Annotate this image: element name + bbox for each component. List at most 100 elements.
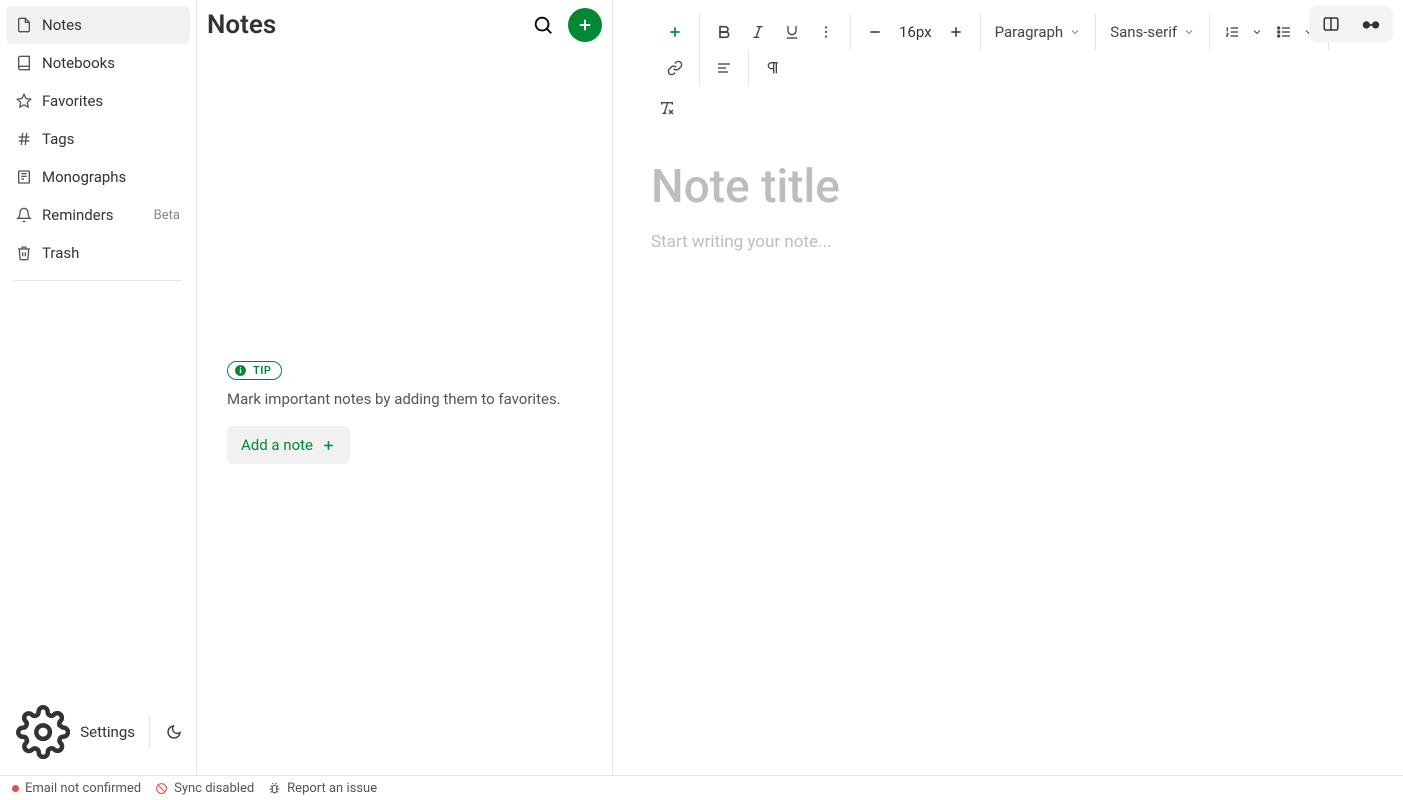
ordered-list-options-button[interactable] xyxy=(1246,16,1268,48)
chevron-down-icon xyxy=(1183,26,1195,38)
status-bar: Email not confirmed Sync disabled Report… xyxy=(0,775,1403,800)
note-icon xyxy=(16,17,32,33)
notes-list-empty-state: TIP Mark important notes by adding them … xyxy=(197,50,612,775)
decrease-font-button[interactable] xyxy=(859,16,891,48)
sidebar: Notes Notebooks Favorites Tags Monograph… xyxy=(0,0,197,775)
plus-icon xyxy=(667,24,683,40)
plus-icon xyxy=(576,16,594,34)
minus-icon xyxy=(867,24,883,40)
bell-icon xyxy=(16,207,32,223)
sidebar-item-notes[interactable]: Notes xyxy=(6,6,190,44)
glasses-icon xyxy=(1360,13,1382,35)
chevron-down-icon xyxy=(1251,26,1263,38)
text-direction-button[interactable] xyxy=(757,52,789,84)
sidebar-item-reminders[interactable]: Reminders Beta xyxy=(6,196,190,234)
paragraph-style-select[interactable]: Paragraph xyxy=(989,16,1088,48)
sidebar-item-label: Reminders xyxy=(42,206,114,224)
chevron-down-icon xyxy=(1069,26,1081,38)
editor-toolbar: 16px Paragraph Sans-serif xyxy=(613,0,1403,90)
notes-list-title: Notes xyxy=(207,10,276,40)
paragraph-style-label: Paragraph xyxy=(995,23,1064,41)
align-left-icon xyxy=(716,60,732,76)
search-icon xyxy=(532,14,554,36)
editor-view-controls xyxy=(1309,6,1393,42)
bold-button[interactable] xyxy=(708,16,740,48)
info-icon xyxy=(234,364,247,377)
sidebar-item-label: Tags xyxy=(42,130,74,148)
focus-mode-button[interactable] xyxy=(1351,8,1391,40)
pilcrow-icon xyxy=(765,60,781,76)
monograph-icon xyxy=(16,169,32,185)
bold-icon xyxy=(716,24,732,40)
status-report[interactable]: Report an issue xyxy=(268,781,377,796)
status-sync-label: Sync disabled xyxy=(174,781,254,796)
notes-list-pane: Notes TIP Mark important notes by adding… xyxy=(197,0,613,775)
italic-button[interactable] xyxy=(742,16,774,48)
bug-icon xyxy=(268,782,281,795)
error-dot-icon xyxy=(12,785,19,792)
ordered-list-combo xyxy=(1218,16,1268,48)
font-size-value[interactable]: 16px xyxy=(893,23,938,41)
plus-icon xyxy=(948,24,964,40)
columns-icon xyxy=(1322,15,1340,33)
sidebar-item-label: Notes xyxy=(42,16,82,34)
sidebar-item-favorites[interactable]: Favorites xyxy=(6,82,190,120)
link-button[interactable] xyxy=(659,52,691,84)
settings-label: Settings xyxy=(80,723,135,741)
link-icon xyxy=(667,60,683,76)
note-title-input[interactable] xyxy=(651,160,1365,214)
underline-button[interactable] xyxy=(776,16,808,48)
bullet-list-button[interactable] xyxy=(1270,16,1298,48)
more-vertical-icon xyxy=(818,24,834,40)
hash-icon xyxy=(16,131,32,147)
underline-icon xyxy=(784,24,800,40)
trash-icon xyxy=(16,245,32,261)
tip-text: Mark important notes by adding them to f… xyxy=(227,390,561,408)
add-note-label: Add a note xyxy=(241,436,313,454)
italic-icon xyxy=(750,24,766,40)
sidebar-divider xyxy=(14,280,182,281)
sidebar-item-notebooks[interactable]: Notebooks xyxy=(6,44,190,82)
clear-format-icon xyxy=(659,100,675,116)
bullet-list-icon xyxy=(1276,24,1292,40)
ordered-list-button[interactable] xyxy=(1218,16,1246,48)
star-icon xyxy=(16,93,32,109)
sidebar-item-label: Monographs xyxy=(42,168,126,186)
align-button[interactable] xyxy=(708,52,740,84)
status-email[interactable]: Email not confirmed xyxy=(12,781,141,796)
tip-badge-label: TIP xyxy=(253,364,271,377)
sidebar-item-label: Notebooks xyxy=(42,54,115,72)
tip-badge: TIP xyxy=(227,361,282,380)
split-view-button[interactable] xyxy=(1311,8,1351,40)
settings-button[interactable]: Settings xyxy=(6,695,145,769)
more-formatting-button[interactable] xyxy=(810,16,842,48)
add-note-button[interactable]: Add a note xyxy=(227,426,350,464)
sidebar-item-trash[interactable]: Trash xyxy=(6,234,190,272)
status-report-label: Report an issue xyxy=(287,781,377,796)
font-family-label: Sans-serif xyxy=(1110,23,1177,41)
gear-icon xyxy=(16,705,70,759)
ordered-list-icon xyxy=(1224,24,1240,40)
search-button[interactable] xyxy=(526,8,560,42)
status-sync[interactable]: Sync disabled xyxy=(155,781,254,796)
sidebar-item-tags[interactable]: Tags xyxy=(6,120,190,158)
notes-list-header: Notes xyxy=(197,0,612,50)
editor-pane: 16px Paragraph Sans-serif xyxy=(613,0,1403,775)
new-note-button[interactable] xyxy=(568,8,602,42)
sidebar-item-label: Trash xyxy=(42,244,79,262)
plus-icon xyxy=(321,438,336,453)
font-family-select[interactable]: Sans-serif xyxy=(1104,16,1201,48)
moon-icon xyxy=(166,724,182,740)
sync-disabled-icon xyxy=(155,782,168,795)
note-body-input[interactable] xyxy=(651,232,1365,252)
sidebar-item-monographs[interactable]: Monographs xyxy=(6,158,190,196)
status-email-label: Email not confirmed xyxy=(25,781,141,796)
notebook-icon xyxy=(16,55,32,71)
theme-toggle-button[interactable] xyxy=(158,716,190,748)
clear-formatting-button[interactable] xyxy=(651,92,683,124)
increase-font-button[interactable] xyxy=(940,16,972,48)
beta-badge: Beta xyxy=(154,208,180,223)
sidebar-item-label: Favorites xyxy=(42,92,103,110)
insert-button[interactable] xyxy=(659,16,691,48)
editor-toolbar-row2 xyxy=(613,90,1403,134)
